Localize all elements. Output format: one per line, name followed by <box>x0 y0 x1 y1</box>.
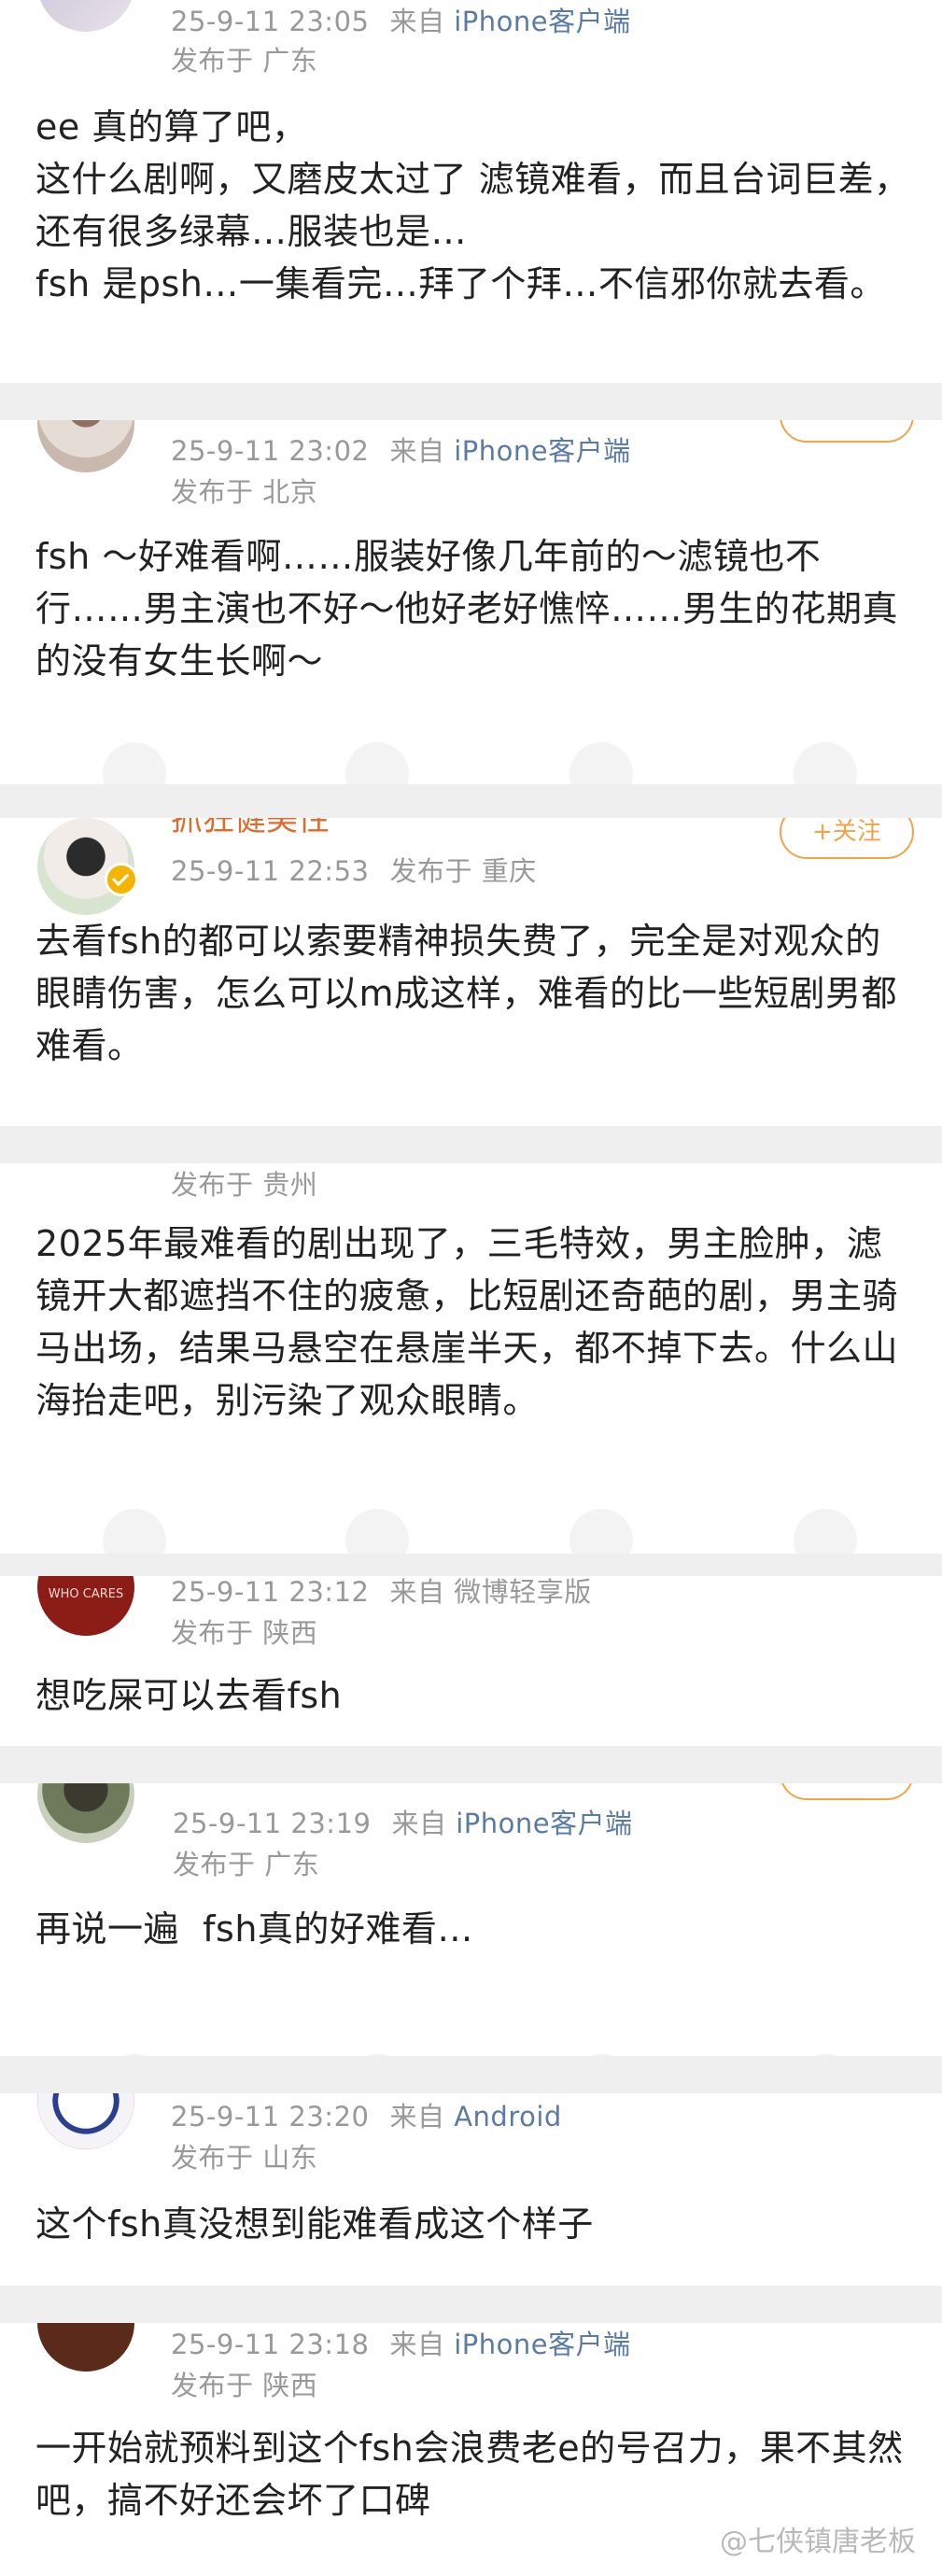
comment-location: 发布于 广东 <box>171 45 318 77</box>
source-link[interactable]: iPhone客户端 <box>456 1808 632 1839</box>
avatar[interactable] <box>37 420 134 472</box>
comment-text: 想吃屎可以去看fsh <box>35 1675 343 1716</box>
source-prefix: 来自 <box>389 2101 445 2133</box>
avatar[interactable]: WHO CARES <box>37 1576 134 1636</box>
source-link[interactable]: 微博轻享版 <box>454 1576 592 1608</box>
comment-meta: 25-9-11 23:19 来自 iPhone客户端 <box>173 1802 633 1841</box>
comment-time: 25-9-11 23:02 <box>171 435 370 467</box>
comment-time: 25-9-11 22:53 <box>171 855 370 887</box>
source-link[interactable]: iPhone客户端 <box>454 6 630 37</box>
user-name[interactable]: 抓狂健美性 <box>171 818 330 839</box>
follow-button[interactable] <box>780 420 914 443</box>
comment-meta: 25-9-11 23:18 来自 iPhone客户端 <box>171 2323 631 2362</box>
source-link[interactable]: iPhone客户端 <box>454 2329 630 2360</box>
comment-location: 发布于 陕西 <box>171 1617 318 1649</box>
comment-location: 发布于 重庆 <box>389 855 537 887</box>
comment-meta: 25-9-11 23:12 来自 微博轻享版 <box>171 1576 592 1610</box>
share-icon[interactable] <box>794 742 857 784</box>
comment-text: 这个fsh真没想到能难看成这个样子 <box>35 2203 594 2245</box>
separator <box>0 1746 942 1783</box>
comment-card: 25-9-11 23:19 来自 iPhone客户端 发布于 广东 再说一遍 fs… <box>0 1783 942 2056</box>
avatar[interactable] <box>37 0 134 32</box>
verified-badge-icon <box>105 863 138 896</box>
follow-button[interactable] <box>780 1783 914 1800</box>
source-link[interactable]: iPhone客户端 <box>454 435 630 467</box>
comment-card: WHO CARES 25-9-11 23:12 来自 微博轻享版 发布于 陕西 想… <box>0 1576 942 1746</box>
comment-card: 25-9-11 23:02 来自 iPhone客户端 发布于 北京 fsh ～好难… <box>0 420 942 784</box>
source-prefix: 来自 <box>389 1576 445 1608</box>
comment-text: ee 真的算了吧， 这什么剧啊，又磨皮太过了 滤镜难看，而且台词巨差，还有很多绿… <box>35 106 910 304</box>
repost-icon[interactable] <box>103 742 166 784</box>
comment-icon[interactable] <box>345 1509 409 1554</box>
comment-card: 25-9-11 23:05 来自 iPhone客户端 发布于 广东 ee 真的算了… <box>0 0 942 383</box>
comment-text: 2025年最难看的剧出现了，三毛特效，男主脸肿，滤镜开大都遮挡不住的疲惫，比短剧… <box>35 1223 899 1421</box>
comment-card: 发布于 贵州 2025年最难看的剧出现了，三毛特效，男主脸肿，滤镜开大都遮挡不住… <box>0 1163 942 1554</box>
separator <box>0 1126 942 1163</box>
comment-location: 发布于 贵州 <box>171 1169 318 1201</box>
comment-text: 去看fsh的都可以索要精神损失费了，完全是对观众的眼睛伤害，怎么可以m成这样，难… <box>35 921 898 1066</box>
comment-text: 再说一遍 fsh真的好难看… <box>35 1908 473 1950</box>
separator <box>0 2056 942 2093</box>
avatar[interactable] <box>37 1783 134 1843</box>
comment-meta: 25-9-11 23:05 来自 iPhone客户端 <box>171 0 631 39</box>
separator <box>0 2286 942 2323</box>
comment-time: 25-9-11 23:05 <box>171 6 370 37</box>
separator <box>0 784 942 818</box>
comment-meta: 25-9-11 23:02 来自 iPhone客户端 <box>171 429 631 469</box>
comment-meta: 25-9-11 23:20 来自 Android <box>171 2095 562 2134</box>
comment-card: 抓狂健美性 +关注 25-9-11 22:53 发布于 重庆 去看fsh的都可以索… <box>0 818 942 1126</box>
avatar[interactable] <box>37 2093 134 2149</box>
watermark: @七侠镇唐老板 <box>720 2526 916 2558</box>
comment-time: 25-9-11 23:12 <box>171 1576 370 1608</box>
repost-icon[interactable] <box>103 1509 166 1554</box>
comment-time: 25-9-11 23:20 <box>171 2101 370 2133</box>
comment-text: 一开始就预料到这个fsh会浪费老e的号召力，果不其然吧，搞不好还会坏了口碑 <box>35 2428 904 2521</box>
comment-location: 发布于 北京 <box>171 476 318 508</box>
like-icon[interactable] <box>569 742 633 784</box>
comment-location: 发布于 山东 <box>171 2142 318 2174</box>
comment-text: fsh ～好难看啊……服装好像几年前的～滤镜也不行……男主演也不好～他好老好憔悴… <box>35 536 899 682</box>
separator <box>0 1554 942 1576</box>
like-icon[interactable] <box>569 1509 633 1554</box>
avatar-text: WHO CARES <box>48 1587 124 1601</box>
comment-meta: 25-9-11 22:53 发布于 重庆 <box>171 850 537 889</box>
source-prefix: 来自 <box>389 2329 445 2360</box>
source-link[interactable]: Android <box>454 2101 562 2133</box>
share-icon[interactable] <box>794 1509 857 1554</box>
comment-time: 25-9-11 23:18 <box>171 2329 370 2360</box>
comment-location: 发布于 广东 <box>173 1849 320 1880</box>
source-prefix: 来自 <box>389 435 445 467</box>
comment-time: 25-9-11 23:19 <box>173 1808 372 1839</box>
avatar[interactable] <box>37 2323 134 2372</box>
comment-icon[interactable] <box>345 742 409 784</box>
follow-button[interactable]: +关注 <box>780 818 914 859</box>
separator <box>0 383 942 420</box>
source-prefix: 来自 <box>389 6 445 37</box>
comment-card: 25-9-11 23:20 来自 Android 发布于 山东 这个fsh真没想到… <box>0 2093 942 2286</box>
source-prefix: 来自 <box>391 1808 447 1839</box>
comment-location: 发布于 陕西 <box>171 2370 318 2401</box>
